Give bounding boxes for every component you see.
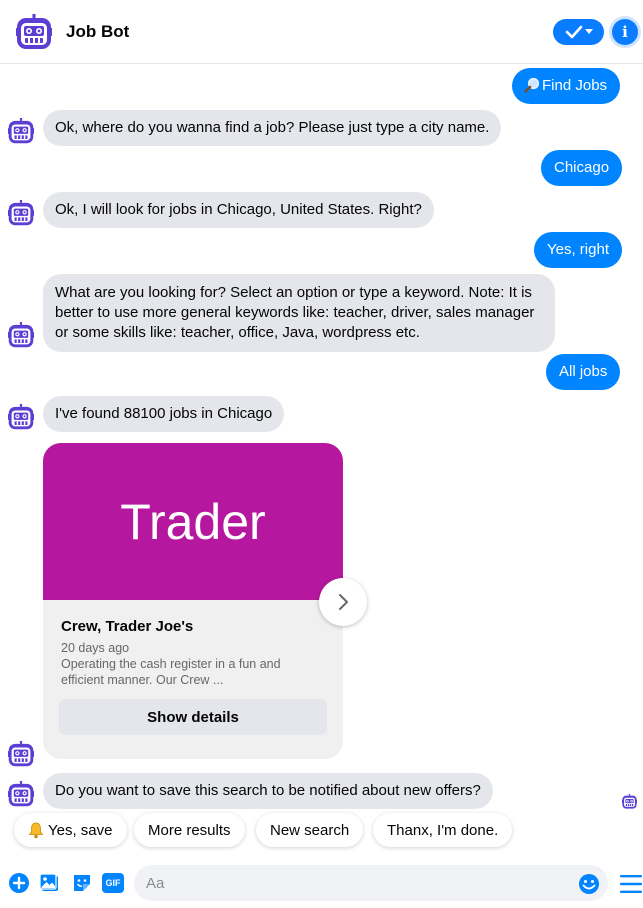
show-details-button[interactable]: Show details [59, 699, 327, 735]
menu-icon[interactable] [619, 873, 643, 895]
image-icon[interactable] [39, 872, 61, 894]
bot-message: Do you want to save this search to be no… [43, 773, 493, 809]
bot-message: Ok, where do you wanna find a job? Pleas… [43, 110, 502, 146]
bot-message: Ok, I will look for jobs in Chicago, Uni… [43, 192, 434, 228]
user-message-text: Find Jobs [542, 77, 608, 94]
chat-header: Job Bot i [0, 0, 643, 64]
bot-message-line: better to use more general keywords like… [55, 304, 535, 321]
job-description-line: efficient manner. Our Crew ... [61, 673, 224, 687]
job-posted-date: 20 days ago [61, 641, 130, 655]
job-card-image[interactable]: Trader [43, 443, 343, 600]
bell-icon [28, 822, 44, 839]
job-card-image-text: Trader [120, 493, 266, 550]
chevron-right-icon [339, 594, 348, 610]
read-receipt-avatar-icon [622, 794, 637, 809]
message-input-box[interactable] [134, 865, 608, 901]
job-title: Crew, Trader Joe's [61, 618, 194, 635]
carousel-next-button[interactable] [319, 578, 367, 626]
bot-avatar-icon [8, 200, 34, 226]
bot-message: What are you looking for? Select an opti… [43, 274, 555, 352]
quick-reply-more-results[interactable]: More results [134, 813, 245, 847]
job-description: Operating the cash register in a fun and… [61, 656, 325, 688]
quick-reply-yes-save[interactable]: Yes, save [14, 813, 127, 847]
user-message: All jobs [546, 354, 621, 390]
checkmark-icon [565, 25, 582, 39]
gif-icon[interactable]: GIF [102, 873, 124, 893]
bot-message: I've found 88100 jobs in Chicago [43, 396, 285, 432]
message-input[interactable] [134, 865, 554, 901]
chat-title[interactable]: Job Bot [66, 22, 129, 42]
info-icon: i [622, 23, 628, 41]
status-dropdown-button[interactable] [553, 19, 604, 45]
job-card: Trader Crew, Trader Joe's 20 days ago Op… [43, 443, 343, 759]
quick-reply-done[interactable]: Thanx, I'm done. [373, 813, 513, 847]
user-message: Yes, right [534, 232, 622, 268]
message-composer: GIF [0, 860, 643, 908]
plus-icon[interactable] [8, 872, 30, 894]
magnifier-icon [524, 77, 540, 93]
info-button[interactable]: i [612, 19, 638, 45]
bot-avatar-icon[interactable] [16, 14, 52, 50]
bot-avatar-icon [8, 118, 34, 144]
bot-avatar-icon [8, 741, 34, 767]
quick-reply-new-search[interactable]: New search [256, 813, 364, 847]
job-description-line: Operating the cash register in a fun and [61, 657, 281, 671]
bot-message-line: or some skills like: teacher, office, Ja… [55, 324, 420, 341]
bot-message-line: What are you looking for? Select an opti… [55, 284, 532, 301]
bot-avatar-icon [8, 781, 34, 807]
chevron-down-icon [584, 29, 593, 34]
sticker-icon[interactable] [71, 872, 93, 894]
bot-avatar-icon [8, 322, 34, 348]
quick-reply-label: Yes, save [48, 821, 113, 839]
user-message: Chicago [541, 150, 623, 186]
gif-icon-label: GIF [105, 878, 121, 888]
emoji-icon[interactable] [578, 873, 600, 895]
bot-avatar-icon [8, 404, 34, 430]
user-message: Find Jobs [512, 68, 621, 104]
